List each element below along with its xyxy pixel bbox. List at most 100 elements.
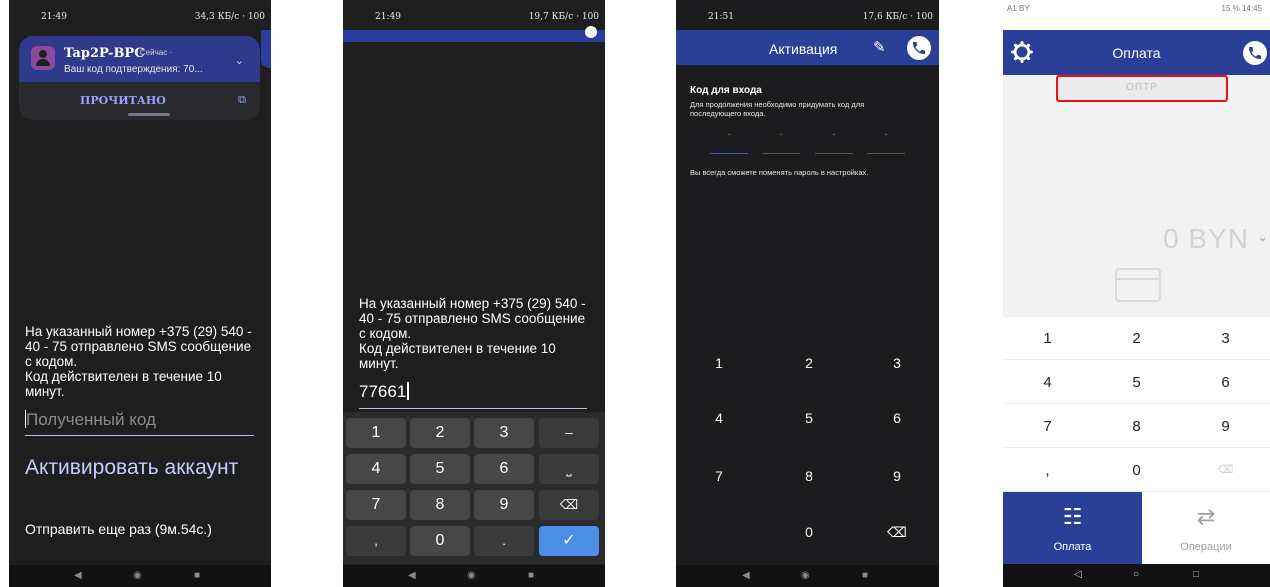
- status-carrier: A1 BY: [1007, 4, 1030, 13]
- bottom-tab-bar: ☷ Оплата ⇄ Операции: [1003, 492, 1270, 564]
- page-title: Оплата: [1112, 45, 1161, 61]
- nav-home-icon[interactable]: ◉: [133, 570, 142, 581]
- nav-recent-icon[interactable]: ■: [862, 570, 868, 581]
- nav-back-icon[interactable]: ◁: [1074, 569, 1082, 580]
- pin-slot-3[interactable]: -: [815, 127, 853, 154]
- page-title: Активация: [769, 41, 838, 57]
- numpad-key-0[interactable]: 0: [1092, 449, 1181, 492]
- key-backspace[interactable]: ⌫: [539, 490, 599, 520]
- nav-recent-icon[interactable]: ■: [194, 570, 200, 581]
- mark-read-button[interactable]: ПРОЧИТАНО: [80, 94, 166, 107]
- screen-sms-code-typed: 21:49 19,7 КБ/с · 100 На указанный номер…: [343, 0, 605, 587]
- pad-key-0[interactable]: 0: [769, 512, 849, 552]
- numpad-key-5[interactable]: 5: [1092, 361, 1181, 404]
- status-time: 21:51: [708, 12, 734, 22]
- numpad-key-8[interactable]: 8: [1092, 405, 1181, 448]
- pad-key-4[interactable]: 4: [679, 398, 759, 438]
- key-space[interactable]: ⎵: [539, 454, 599, 484]
- status-battery-time: 15 % 14:45: [1221, 4, 1262, 13]
- key-1[interactable]: 1: [346, 418, 406, 448]
- nav-back-icon[interactable]: ◀: [742, 570, 750, 581]
- pad-key-6[interactable]: 6: [857, 398, 937, 438]
- numpad-key-7[interactable]: 7: [1003, 405, 1092, 448]
- numpad-key-2[interactable]: 2: [1092, 317, 1181, 360]
- nav-home-icon[interactable]: ◉: [801, 570, 810, 581]
- status-bar: 21:49 34,3 КБ/с · 100: [9, 0, 271, 30]
- chevron-down-icon[interactable]: ⌄: [1257, 229, 1268, 245]
- nav-home-icon[interactable]: ○: [1133, 569, 1139, 580]
- notification-body: Ваш код подтверждения: 70...: [64, 64, 203, 75]
- wrench-icon[interactable]: ✎: [873, 38, 886, 56]
- numpad-key-3[interactable]: 3: [1181, 317, 1270, 360]
- numpad-key-4[interactable]: 4: [1003, 361, 1092, 404]
- system-nav-bar: ◀ ◉ ■: [343, 565, 605, 587]
- contact-avatar-icon: [31, 46, 55, 70]
- nav-recent-icon[interactable]: □: [1193, 569, 1199, 580]
- received-code-input[interactable]: 77661: [359, 382, 587, 409]
- change-password-note: Вы всегда сможете поменять пароль в наст…: [690, 168, 869, 177]
- pin-slot-4[interactable]: -: [867, 127, 905, 154]
- key-period[interactable]: .: [474, 526, 534, 556]
- numpad-key-backspace[interactable]: ⌫: [1181, 449, 1270, 492]
- sms-sent-message: На указанный номер +375 (29) 540 - 40 - …: [359, 296, 586, 371]
- system-nav-bar: ◁ ○ □: [1003, 564, 1270, 587]
- login-code-hint: Для продолжения необходимо придумать код…: [690, 100, 865, 118]
- status-network: 19,7 КБ/с · 100: [528, 12, 599, 22]
- key-8[interactable]: 8: [410, 490, 470, 520]
- bank-card-icon[interactable]: [1115, 268, 1161, 302]
- pad-key-7[interactable]: 7: [679, 456, 759, 496]
- pad-key-3[interactable]: 3: [857, 343, 937, 383]
- code-value: 77661: [359, 382, 407, 401]
- key-3[interactable]: 3: [474, 418, 534, 448]
- key-6[interactable]: 6: [474, 454, 534, 484]
- tab-payment-label: Оплата: [1053, 541, 1092, 553]
- nav-home-icon[interactable]: ◉: [467, 570, 476, 581]
- pad-key-1[interactable]: 1: [679, 343, 759, 383]
- tab-operations-label: Операции: [1180, 541, 1232, 553]
- key-2[interactable]: 2: [410, 418, 470, 448]
- pad-key-5[interactable]: 5: [769, 398, 849, 438]
- amount-numpad: 1 2 3 4 5 6 7 8 9 , 0 ⌫: [1003, 317, 1270, 492]
- nav-back-icon[interactable]: ◀: [408, 570, 416, 581]
- numpad-key-6[interactable]: 6: [1181, 361, 1270, 404]
- key-0[interactable]: 0: [410, 526, 470, 556]
- otp-tab-highlighted[interactable]: ОПТР: [1056, 75, 1228, 102]
- key-7[interactable]: 7: [346, 490, 406, 520]
- app-header: Оплата: [1003, 30, 1270, 75]
- key-confirm[interactable]: ✓: [539, 526, 599, 556]
- key-minus[interactable]: –: [539, 418, 599, 448]
- nav-back-icon[interactable]: ◀: [74, 570, 82, 581]
- key-5[interactable]: 5: [410, 454, 470, 484]
- numpad-key-9[interactable]: 9: [1181, 405, 1270, 448]
- numpad-key-1[interactable]: 1: [1003, 317, 1092, 360]
- app-header-edge: [261, 30, 271, 68]
- chevron-down-icon[interactable]: ⌄: [235, 54, 244, 67]
- otp-label: ОПТР: [1126, 82, 1158, 93]
- resend-code-button[interactable]: Отправить еще раз (9м.54с.): [25, 521, 212, 537]
- numeric-keyboard: 1 2 3 – 4 5 6 ⎵ 7 8 9 ⌫ , 0 . ✓: [343, 412, 605, 564]
- activate-account-button[interactable]: Активировать аккаунт: [25, 453, 255, 482]
- pad-key-9[interactable]: 9: [857, 456, 937, 496]
- key-9[interactable]: 9: [474, 490, 534, 520]
- sms-notification[interactable]: Tap2P-BPC · Сейчас · Ваш код подтвержден…: [19, 36, 260, 120]
- receipt-icon: ☷: [1062, 504, 1083, 529]
- transfer-arrows-icon: ⇄: [1196, 504, 1216, 529]
- phone-call-icon[interactable]: [1243, 41, 1267, 65]
- tab-payment[interactable]: ☷ Оплата: [1003, 492, 1142, 564]
- nav-recent-icon[interactable]: ■: [528, 570, 534, 581]
- received-code-input[interactable]: Полученный код: [25, 410, 254, 436]
- payment-amount: 0 BYN: [1163, 223, 1249, 254]
- pad-key-8[interactable]: 8: [769, 456, 849, 496]
- pad-key-2[interactable]: 2: [769, 343, 849, 383]
- key-comma[interactable]: ,: [346, 526, 406, 556]
- key-4[interactable]: 4: [346, 454, 406, 484]
- pad-key-backspace[interactable]: ⌫: [857, 512, 937, 552]
- copy-code-icon[interactable]: ⧉: [238, 94, 246, 107]
- pin-slot-2[interactable]: -: [762, 127, 800, 154]
- tab-operations[interactable]: ⇄ Операции: [1142, 492, 1270, 564]
- status-network: 17,6 КБ/с · 100: [862, 12, 933, 22]
- numpad-key-comma[interactable]: ,: [1003, 449, 1092, 492]
- phone-call-icon[interactable]: [907, 36, 931, 60]
- pin-slot-1[interactable]: -: [710, 127, 748, 154]
- screen-sms-code-entry: 21:49 34,3 КБ/с · 100 Tap2P-BPC · Сейчас…: [9, 0, 271, 587]
